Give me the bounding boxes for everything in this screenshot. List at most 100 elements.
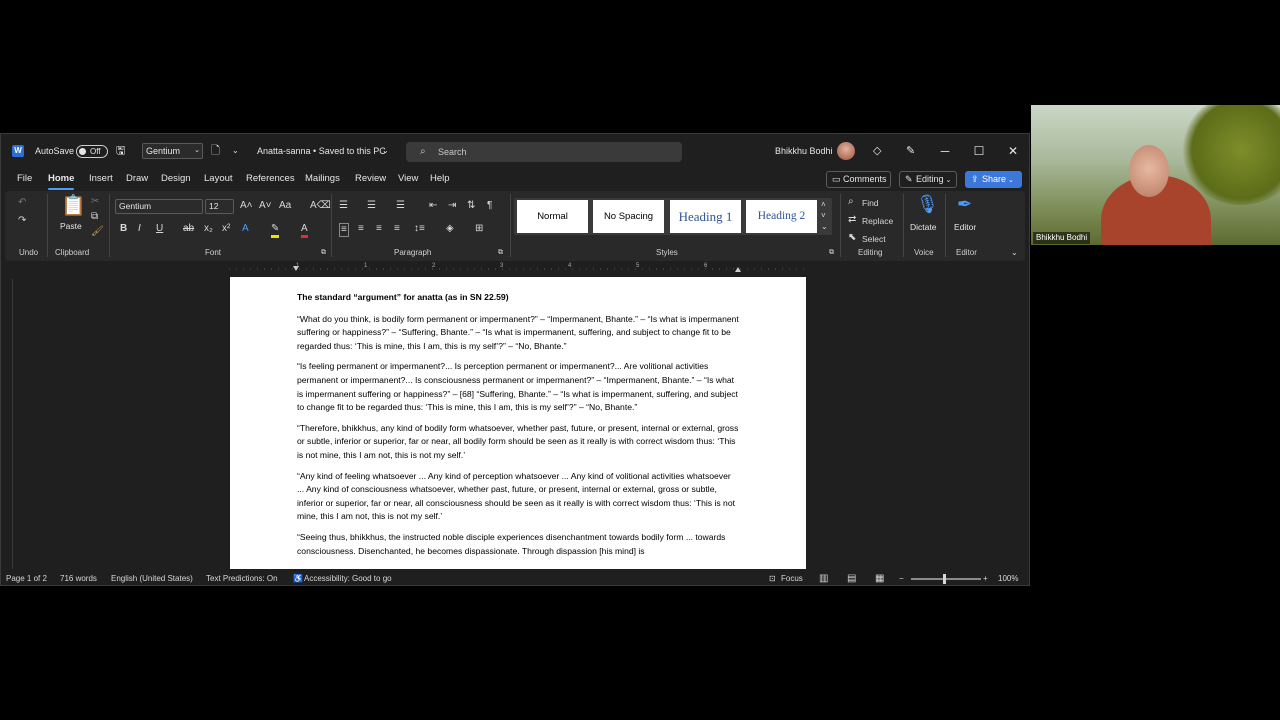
tab-help[interactable]: Help — [430, 168, 450, 190]
multilevel-list-icon[interactable]: ☰ — [396, 200, 405, 212]
text-effects-icon[interactable]: A — [242, 223, 249, 235]
font-color-icon[interactable]: A — [301, 223, 308, 238]
zoom-slider[interactable] — [911, 578, 981, 580]
align-center-icon[interactable]: ≡ — [358, 223, 364, 235]
video-participant-tile[interactable]: Bhikkhu Bodhi — [1031, 105, 1280, 245]
undo-icon[interactable]: ↶ — [18, 197, 26, 209]
dialog-launcher-icon[interactable]: ⧉ — [829, 247, 834, 259]
dialog-launcher-icon[interactable]: ⧉ — [498, 247, 503, 259]
share-button[interactable]: ⇪ Share ⌄ — [965, 171, 1022, 188]
editing-mode-button[interactable]: ✎ Editing ⌄ — [899, 171, 957, 188]
text-predictions-status[interactable]: Text Predictions: On — [206, 571, 278, 587]
pilcrow-icon[interactable]: ¶ — [487, 200, 492, 212]
sort-icon[interactable]: ⇅ — [467, 200, 475, 212]
read-mode-icon[interactable]: ▥ — [819, 571, 828, 587]
maximize-button[interactable]: ☐ — [962, 134, 996, 168]
clear-formatting-icon[interactable]: A⌫ — [310, 200, 331, 212]
copy-icon[interactable]: ⧉ — [91, 211, 98, 223]
web-layout-icon[interactable]: ▦ — [875, 571, 884, 587]
document-body[interactable]: The standard “argument” for anatta (as i… — [297, 291, 739, 565]
customize-toolbar-icon[interactable]: ⌄ — [232, 134, 239, 168]
collapse-ribbon-icon[interactable]: ⌄ — [1011, 247, 1018, 259]
bullets-icon[interactable]: ☰ — [339, 200, 348, 212]
document-paragraph[interactable]: “Seeing thus, bhikkhus, the instructed n… — [297, 531, 739, 558]
document-title[interactable]: Anatta-sanna • Saved to this PC — [257, 134, 386, 168]
tab-design[interactable]: Design — [161, 168, 191, 190]
tab-home[interactable]: Home — [48, 168, 75, 190]
document-heading[interactable]: The standard “argument” for anatta (as i… — [297, 291, 739, 305]
bold-icon[interactable]: B — [120, 223, 127, 235]
avatar[interactable] — [837, 142, 855, 160]
zoom-level[interactable]: 100% — [998, 571, 1018, 587]
shrink-font-icon[interactable]: A˅ — [259, 200, 272, 212]
tab-review[interactable]: Review — [355, 168, 386, 190]
page-count[interactable]: Page 1 of 2 — [6, 571, 47, 587]
close-button[interactable]: ✕ — [996, 134, 1030, 168]
diamond-icon[interactable]: ◇ — [873, 134, 881, 168]
comments-button[interactable]: ▭ Comments — [826, 171, 891, 188]
style-heading-2[interactable]: Heading 2 — [746, 200, 817, 233]
paste-icon[interactable]: 📋 — [61, 195, 86, 217]
select-button[interactable]: Select — [862, 233, 886, 245]
style-normal[interactable]: Normal — [517, 200, 588, 233]
pen-icon[interactable]: ✎ — [906, 134, 915, 168]
numbering-icon[interactable]: ☰ — [367, 200, 376, 212]
line-spacing-icon[interactable]: ↕≡ — [414, 223, 425, 235]
minimize-button[interactable]: ─ — [928, 134, 962, 168]
underline-icon[interactable]: U — [156, 223, 163, 235]
style-no-spacing[interactable]: No Spacing — [593, 200, 664, 233]
redo-icon[interactable]: ↷ — [18, 215, 26, 227]
increase-indent-icon[interactable]: ⇥ — [448, 200, 456, 212]
word-count[interactable]: 716 words — [60, 571, 97, 587]
tab-file[interactable]: File — [17, 168, 32, 190]
format-painter-icon[interactable]: 🖌 — [91, 226, 104, 238]
tab-layout[interactable]: Layout — [204, 168, 233, 190]
autosave-toggle[interactable]: Off — [76, 145, 108, 158]
decrease-indent-icon[interactable]: ⇤ — [429, 200, 437, 212]
italic-icon[interactable]: I — [138, 223, 141, 235]
find-button[interactable]: Find — [862, 197, 879, 209]
zoom-slider-thumb[interactable] — [943, 574, 946, 584]
superscript-icon[interactable]: x² — [222, 223, 230, 235]
chevron-down-icon[interactable]: ⌄ — [382, 134, 389, 168]
tab-insert[interactable]: Insert — [89, 168, 113, 190]
strikethrough-icon[interactable]: ab — [183, 223, 194, 235]
document-page[interactable]: The standard “argument” for anatta (as i… — [230, 277, 806, 569]
zoom-out-icon[interactable]: − — [899, 571, 904, 587]
search-input[interactable]: ⌕ Search — [406, 142, 682, 162]
borders-icon[interactable]: ⊞ — [475, 223, 483, 235]
document-paragraph[interactable]: “Is feeling permanent or impermanent?...… — [297, 360, 739, 414]
paste-button[interactable]: Paste — [60, 221, 82, 231]
tab-references[interactable]: References — [246, 168, 295, 190]
shading-icon[interactable]: ◈ — [446, 223, 454, 235]
replace-button[interactable]: Replace — [862, 215, 893, 227]
tab-draw[interactable]: Draw — [126, 168, 148, 190]
highlight-icon[interactable]: ✎ — [271, 223, 280, 238]
accessibility-status[interactable]: Accessibility: Good to go — [304, 571, 392, 587]
tab-mailings[interactable]: Mailings — [305, 168, 340, 190]
cut-icon[interactable]: ✂ — [91, 196, 99, 208]
font-size-select[interactable]: 12 — [205, 199, 234, 214]
editor-icon[interactable]: ✒ — [957, 194, 972, 214]
font-name-select[interactable]: Gentium — [115, 199, 203, 214]
zoom-in-icon[interactable]: + — [983, 571, 988, 587]
justify-icon[interactable]: ≡ — [394, 223, 400, 235]
align-right-icon[interactable]: ≡ — [376, 223, 382, 235]
print-layout-icon[interactable]: ▤ — [847, 571, 856, 587]
new-document-icon[interactable]: 🗋 — [211, 134, 220, 168]
tab-view[interactable]: View — [398, 168, 418, 190]
vertical-ruler[interactable] — [5, 279, 13, 569]
document-paragraph[interactable]: “Any kind of feeling whatsoever ... Any … — [297, 470, 739, 524]
document-paragraph[interactable]: “Therefore, bhikkhus, any kind of bodily… — [297, 422, 739, 463]
microphone-icon[interactable]: 🎙 — [916, 194, 939, 214]
user-name[interactable]: Bhikkhu Bodhi — [775, 134, 833, 168]
dialog-launcher-icon[interactable]: ⧉ — [321, 247, 326, 259]
subscript-icon[interactable]: x₂ — [204, 223, 213, 235]
document-paragraph[interactable]: “What do you think, is bodily form perma… — [297, 313, 739, 354]
dictate-button[interactable]: Dictate — [910, 222, 936, 232]
focus-button[interactable]: Focus — [781, 571, 803, 587]
editor-button[interactable]: Editor — [954, 222, 976, 232]
horizontal-ruler[interactable] — [229, 266, 804, 272]
save-icon[interactable]: 🖫 — [116, 134, 125, 168]
grow-font-icon[interactable]: A˄ — [240, 200, 253, 212]
